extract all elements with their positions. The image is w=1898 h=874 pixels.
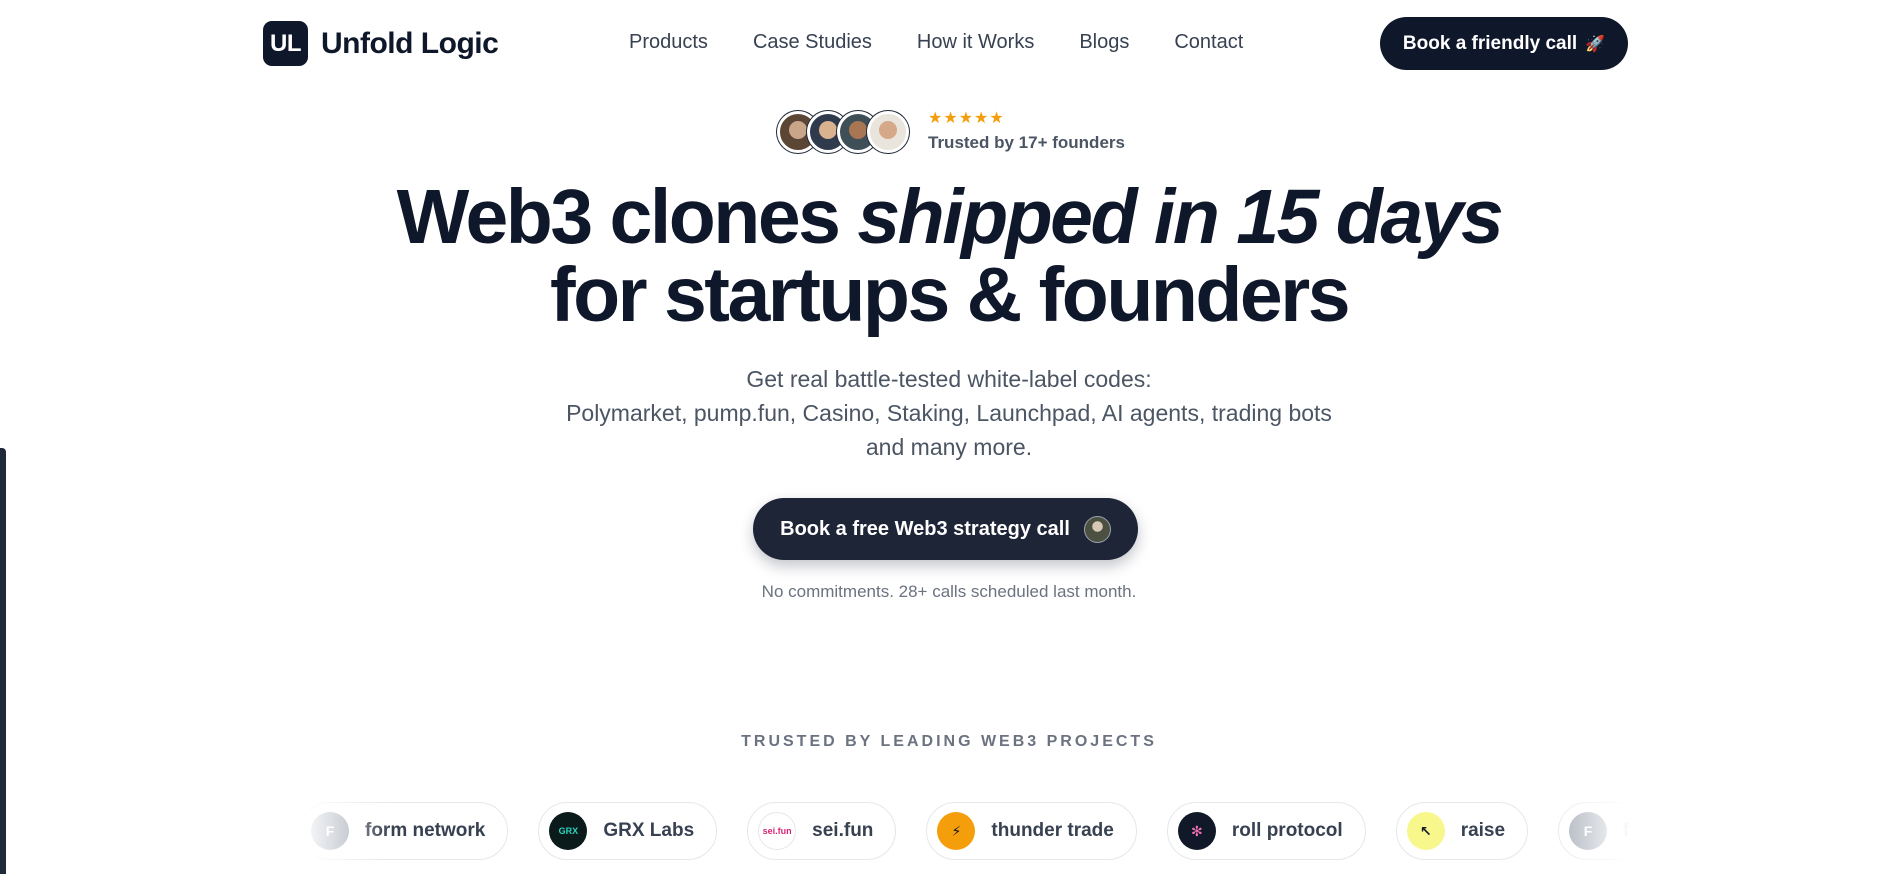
partner-logo-pill: ↖ raise [1395,802,1529,860]
partner-logo-pill: ⚡ thunder trade [926,802,1137,860]
roll-logo-icon: ✻ [1177,812,1216,850]
partner-logo-pill: sei.fun sei.fun [747,802,897,860]
book-friendly-call-button[interactable]: Book a friendly call 🚀 [1380,17,1628,70]
subtitle-line2: Polymarket, pump.fun, Casino, Staking, L… [566,400,1332,426]
trust-badge: ★★★★★ Trusted by 17+ founders [777,110,1125,153]
cta-note: No commitments. 28+ calls scheduled last… [761,582,1137,601]
strategy-call-label: Book a free Web3 strategy call [780,517,1070,540]
logo-track: Fform networkGRXGRX Labssei.funsei.fun⚡t… [300,802,1630,860]
avatar [867,110,909,153]
nav-contact[interactable]: Contact [1174,31,1243,54]
brand-name: Unfold Logic [321,26,499,60]
partner-name: raise [1460,820,1506,841]
side-panel-edge[interactable] [0,448,6,874]
partner-logo-carousel: Fform networkGRXGRX Labssei.funsei.fun⚡t… [300,802,1630,860]
carousel-fade-left [300,800,390,862]
top-navigation: UL Unfold Logic Products Case Studies Ho… [0,0,1898,86]
consultant-avatar [1083,515,1111,543]
main-menu: Products Case Studies How it Works Blogs… [629,31,1288,54]
rocket-icon: 🚀 [1585,35,1606,53]
partner-name: GRX Labs [603,820,695,841]
logo-mark: UL [263,21,308,66]
seifun-logo-icon: sei.fun [758,812,797,850]
trusted-by-heading: TRUSTED BY LEADING WEB3 PROJECTS [741,733,1157,750]
subtitle-line3: and many more. [865,434,1033,460]
partner-logo-pill: ✻ roll protocol [1166,802,1366,860]
subtitle-line1: Get real battle-tested white-label codes… [746,366,1152,392]
hero-title-part1: Web3 clones [396,174,858,260]
carousel-fade-right [1540,800,1630,862]
grx-logo-icon: GRX [549,812,588,850]
trust-text: ★★★★★ Trusted by 17+ founders [928,110,1125,153]
brand-logo-link[interactable]: UL Unfold Logic [263,21,499,66]
trust-label: Trusted by 17+ founders [928,133,1125,152]
hero-title-italic: shipped in 15 days [857,174,1503,260]
partner-name: sei.fun [812,820,874,841]
cta-label: Book a friendly call [1402,32,1578,54]
hero-title: Web3 clones shipped in 15 days for start… [0,178,1898,334]
raise-logo-icon: ↖ [1406,812,1445,850]
partner-name: roll protocol [1231,820,1343,841]
nav-blogs[interactable]: Blogs [1079,31,1129,54]
founder-avatars [777,110,909,153]
partner-name: thunder trade [991,820,1114,841]
rating-stars-icon: ★★★★★ [928,110,1005,127]
nav-how-it-works[interactable]: How it Works [917,31,1034,54]
partner-logo-pill: GRX GRX Labs [538,802,718,860]
hero-title-line2: for startups & founders [549,252,1351,338]
thunder-logo-icon: ⚡ [937,812,976,850]
book-strategy-call-button[interactable]: Book a free Web3 strategy call [753,498,1138,560]
nav-case-studies[interactable]: Case Studies [753,31,872,54]
nav-products[interactable]: Products [629,31,708,54]
hero-subtitle: Get real battle-tested white-label codes… [0,362,1898,464]
